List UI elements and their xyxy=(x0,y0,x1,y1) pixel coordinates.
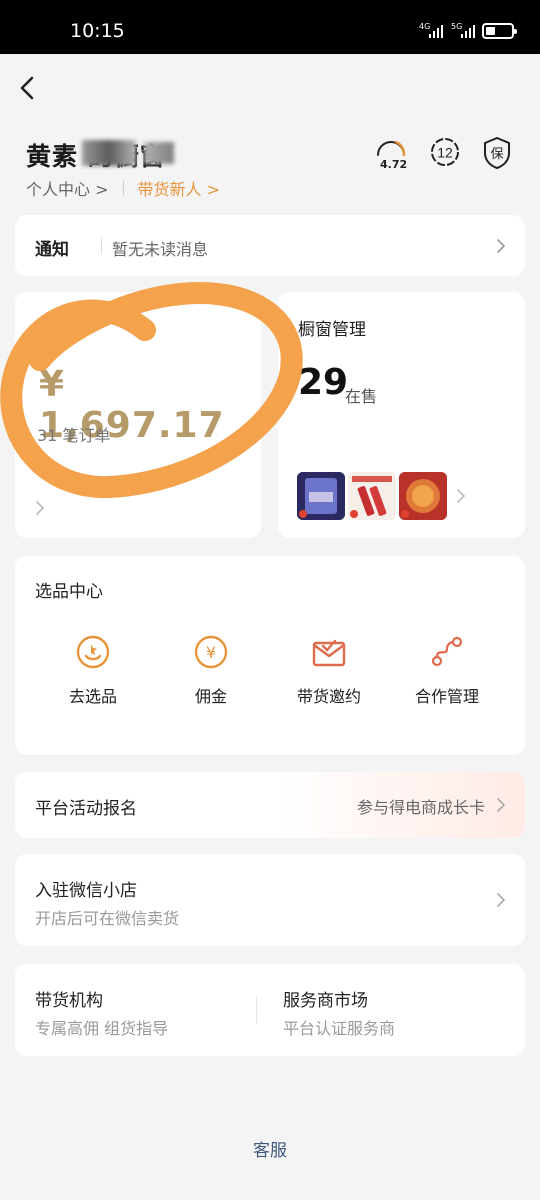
wechat-shop-title: 入驻微信小店 xyxy=(35,881,137,901)
product-thumbnail[interactable] xyxy=(297,472,345,520)
platform-activity-card[interactable]: 平台活动报名 参与得电商成长卡 xyxy=(15,772,525,838)
commission-entry[interactable]: ¥ 佣金 xyxy=(151,634,271,707)
name-redaction-2 xyxy=(144,142,174,164)
status-time: 10:15 xyxy=(70,20,125,42)
invitation-icon xyxy=(312,639,346,667)
personal-center-link[interactable]: 个人中心 > xyxy=(26,176,109,200)
cooperation-entry[interactable]: 合作管理 xyxy=(387,634,507,707)
rank-badge-number: 12 xyxy=(437,145,453,161)
back-button[interactable] xyxy=(16,72,44,104)
header-subnav: 个人中心 > 带货新人 > xyxy=(26,176,220,200)
window-management-card[interactable]: 橱窗管理 29 在售 xyxy=(278,292,525,538)
wechat-shop-subtitle: 开店后可在微信卖货 xyxy=(35,909,180,928)
seller-level-link[interactable]: 带货新人 > xyxy=(138,176,221,200)
service-market-title: 服务商市场 xyxy=(283,991,368,1011)
guarantee-badge-button[interactable]: 保 xyxy=(480,135,514,169)
chevron-right-icon xyxy=(497,239,506,253)
agency-entry[interactable]: 带货机构 专属高佣 组货指导 xyxy=(15,964,255,1056)
battery-icon xyxy=(482,23,517,39)
shield-icon: 保 xyxy=(484,137,510,169)
select-product-entry[interactable]: 去选品 xyxy=(33,634,153,707)
score-value: 4.72 xyxy=(380,158,408,171)
chevron-right-icon xyxy=(36,501,45,515)
agency-title: 带货机构 xyxy=(35,991,103,1011)
select-product-label: 去选品 xyxy=(68,687,117,706)
window-management-title: 橱窗管理 xyxy=(298,320,366,340)
cooperation-label: 合作管理 xyxy=(414,687,479,706)
product-thumbnail-image xyxy=(348,472,396,520)
selection-center-card: 选品中心 去选品 ¥ 佣金 带货邀约 合作管理 xyxy=(15,556,525,755)
invitation-label: 带货邀约 xyxy=(296,687,361,706)
activity-link[interactable]: 参与得电商成长卡 xyxy=(357,794,485,818)
product-thumbnail[interactable] xyxy=(399,472,447,520)
product-thumbnail-image xyxy=(297,472,345,520)
product-thumbnail-image xyxy=(399,472,447,520)
status-bar: 10:15 4G 5G xyxy=(0,0,540,54)
select-product-icon xyxy=(76,635,110,669)
guarantee-badge-text: 保 xyxy=(490,147,503,162)
wechat-shop-card[interactable]: 入驻微信小店 开店后可在微信卖货 xyxy=(15,854,525,946)
notice-card[interactable]: 通知 暂无未读消息 xyxy=(15,215,525,276)
rank-badge-button[interactable]: 12 xyxy=(428,135,462,169)
back-arrow-icon xyxy=(20,76,34,100)
svg-text:¥: ¥ xyxy=(206,643,216,662)
signal-icon xyxy=(429,24,445,38)
invitation-entry[interactable]: 带货邀约 xyxy=(269,634,389,707)
chevron-right-icon xyxy=(457,489,466,503)
commission-label: 佣金 xyxy=(194,687,227,706)
products-on-sale-count: 29 xyxy=(298,362,349,403)
notice-title: 通知 xyxy=(35,240,69,260)
on-sale-label: 在售 xyxy=(345,387,378,406)
notice-message: 暂无未读消息 xyxy=(112,240,209,259)
divider xyxy=(101,238,102,254)
name-redaction xyxy=(82,140,136,166)
commission-icon: ¥ xyxy=(194,635,228,669)
product-thumbnail[interactable] xyxy=(348,472,396,520)
agency-subtitle: 专属高佣 组货指导 xyxy=(35,1019,169,1038)
chevron-right-icon xyxy=(497,798,506,812)
cooperation-icon xyxy=(431,636,463,667)
gauge-icon xyxy=(377,140,406,157)
divider xyxy=(122,181,124,195)
divider xyxy=(256,997,257,1023)
revenue-card[interactable]: ¥ 1,697.17 31 笔订单 xyxy=(15,292,261,538)
customer-service-link[interactable]: 客服 xyxy=(0,1136,540,1161)
service-market-entry[interactable]: 服务商市场 平台认证服务商 xyxy=(263,964,503,1056)
services-card: 带货机构 专属高佣 组货指导 服务商市场 平台认证服务商 xyxy=(15,964,525,1056)
selection-center-title: 选品中心 xyxy=(35,582,103,602)
chevron-right-icon xyxy=(497,893,506,907)
rank-badge-icon: 12 xyxy=(431,138,459,166)
activity-title: 平台活动报名 xyxy=(35,799,137,819)
service-market-subtitle: 平台认证服务商 xyxy=(283,1019,396,1038)
order-count: 31 笔订单 xyxy=(37,426,111,445)
signal-icon-2 xyxy=(461,24,477,38)
